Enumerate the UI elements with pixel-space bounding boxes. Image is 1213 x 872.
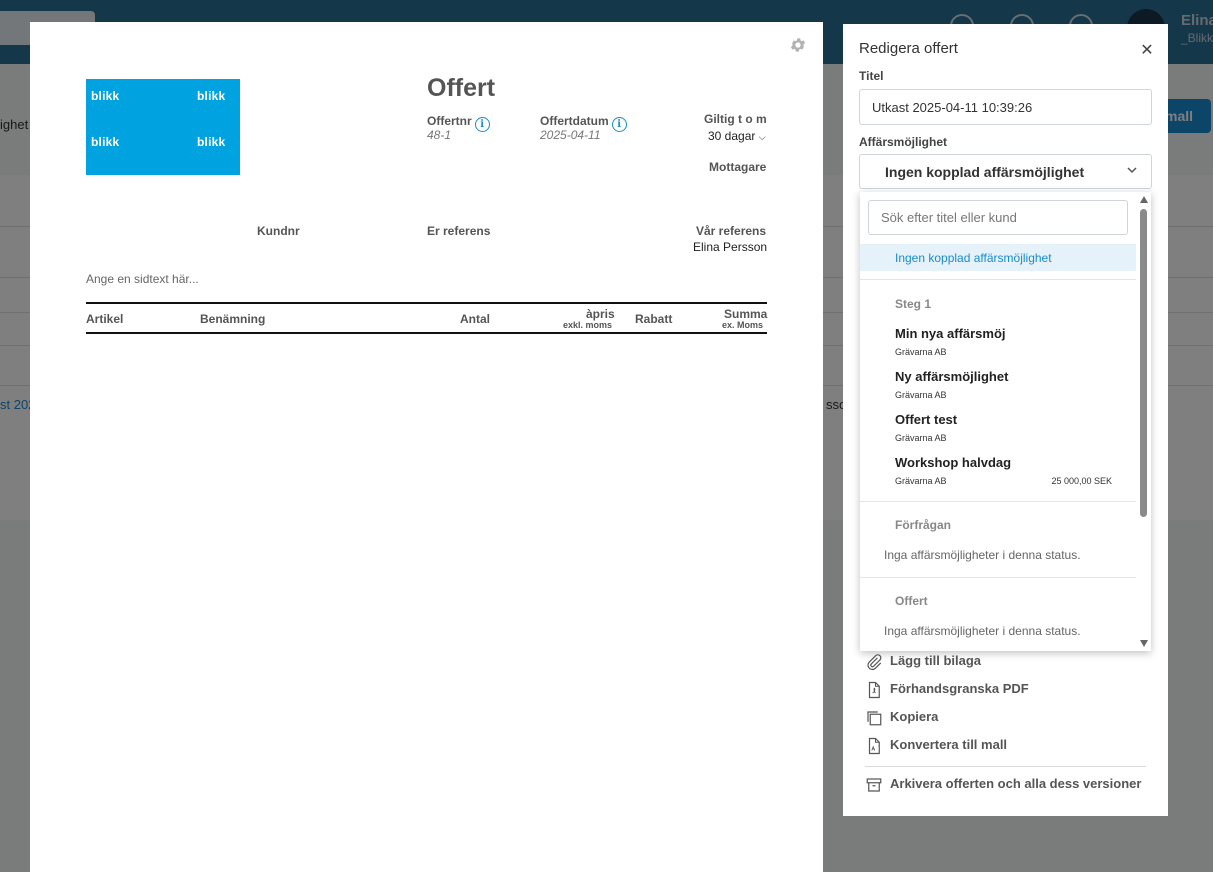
column-sum-note: ex. Moms [722, 320, 764, 330]
group-heading: Förfrågan [895, 518, 952, 532]
dropdown-option-none[interactable]: Ingen kopplad affärsmöjlighet [860, 244, 1136, 271]
group-heading: Steg 1 [895, 297, 932, 311]
option-customer: Grävarna AB [895, 476, 947, 486]
group-divider [860, 501, 1136, 502]
option-title: Offert test [895, 412, 958, 427]
edit-offer-panel: Redigera offert ✕ Titel Affärsmöjlighet … [843, 24, 1168, 816]
opportunity-dropdown: Ingen kopplad affärsmöjlighet Steg 1 Min… [860, 192, 1151, 651]
add-attachment-action[interactable]: Lägg till bilaga [865, 651, 1145, 673]
option-customer: Grävarna AB [895, 390, 947, 400]
logo-text: blikk [91, 135, 120, 149]
dropdown-scrollbar[interactable] [1136, 192, 1151, 651]
column-quantity: Antal [460, 312, 490, 326]
logo-text: blikk [197, 89, 226, 103]
action-label: Konvertera till mall [890, 737, 1008, 752]
option-customer: Grävarna AB [895, 433, 947, 443]
opportunity-search-input[interactable] [868, 200, 1128, 235]
your-reference-label: Er referens [427, 224, 491, 238]
scroll-up-arrow-icon[interactable] [1140, 196, 1148, 203]
dropdown-option[interactable]: Min nya affärsmöj Grävarna AB [860, 326, 1136, 368]
valid-until-label: Giltig t o m [704, 112, 767, 126]
offer-document: blikk blikk blikk blikk Offert Offertnr i… [30, 22, 823, 872]
pdf-file-icon [865, 681, 883, 699]
group-heading: Offert [895, 594, 928, 608]
column-article: Artikel [86, 312, 124, 326]
group-divider [860, 279, 1136, 280]
group-divider [860, 577, 1136, 578]
our-reference-label: Vår referens [696, 224, 767, 238]
dropdown-option[interactable]: Workshop halvdag Grävarna AB 25 000,00 S… [860, 455, 1136, 497]
copy-action[interactable]: Kopiera [865, 707, 1145, 729]
action-label: Lägg till bilaga [890, 653, 982, 668]
recipient-label: Mottagare [709, 160, 767, 174]
info-icon[interactable]: i [611, 117, 627, 132]
page-text-field[interactable]: Ange en sidtext här... [86, 272, 199, 286]
table-header-border [86, 332, 767, 334]
action-label: Förhandsgranska PDF [890, 681, 1029, 696]
logo-text: blikk [197, 135, 226, 149]
preview-pdf-action[interactable]: Förhandsgranska PDF [865, 679, 1145, 701]
dropdown-option[interactable]: Ny affärsmöjlighet Grävarna AB [860, 369, 1136, 411]
chevron-down-icon: ⌵ [758, 132, 766, 142]
action-label: Arkivera offerten och alla dess versione… [890, 776, 1142, 791]
close-icon[interactable]: ✕ [1139, 40, 1155, 59]
chevron-down-icon [1126, 163, 1138, 175]
logo-text: blikk [91, 89, 120, 103]
company-logo[interactable]: blikk blikk blikk blikk [86, 79, 240, 175]
column-sum: Summa [724, 307, 768, 321]
option-title: Ny affärsmöjlighet [895, 369, 1009, 384]
option-label: Ingen kopplad affärsmöjlighet [895, 251, 1052, 265]
column-discount: Rabatt [635, 312, 673, 326]
scrollbar-thumb[interactable] [1140, 209, 1147, 517]
option-title: Workshop halvdag [895, 455, 1012, 470]
option-amount: 25 000,00 SEK [1051, 476, 1112, 486]
offer-date-value[interactable]: 2025-04-11 [540, 128, 601, 142]
dropdown-option[interactable]: Offert test Grävarna AB [860, 412, 1136, 454]
our-reference-value[interactable]: Elina Persson [693, 240, 767, 254]
customer-number-label: Kundnr [257, 224, 300, 238]
action-label: Kopiera [890, 709, 939, 724]
paperclip-icon [865, 653, 883, 671]
actions-divider [865, 766, 1146, 767]
opportunity-label: Affärsmöjlighet [859, 135, 948, 149]
option-customer: Grävarna AB [895, 347, 947, 357]
template-file-icon [865, 737, 883, 755]
document-title: Offert [427, 74, 496, 102]
group-empty-text: Inga affärsmöjligheter i denna status. [884, 624, 1081, 638]
offer-number-value: 48-1 [427, 128, 452, 142]
option-title: Min nya affärsmöj [895, 326, 1006, 341]
title-input[interactable] [859, 89, 1152, 125]
column-price: àpris [586, 307, 615, 321]
archive-offer-action[interactable]: Arkivera offerten och alla dess versione… [865, 774, 1145, 796]
scroll-down-arrow-icon[interactable] [1140, 640, 1148, 647]
convert-to-template-action[interactable]: Konvertera till mall [865, 735, 1145, 757]
gear-icon[interactable] [789, 36, 807, 54]
column-price-note: exkl. moms [563, 320, 613, 330]
copy-icon [865, 709, 883, 727]
table-top-border [86, 302, 767, 304]
group-empty-text: Inga affärsmöjligheter i denna status. [884, 548, 1081, 562]
title-label: Titel [859, 69, 884, 83]
valid-until-select[interactable]: 30 dagar ⌵ [708, 129, 766, 143]
info-icon[interactable]: i [474, 117, 490, 132]
archive-box-icon [865, 776, 883, 794]
opportunity-selected-value: Ingen kopplad affärsmöjlighet [885, 164, 1085, 180]
column-description: Benämning [200, 312, 266, 326]
opportunity-select[interactable]: Ingen kopplad affärsmöjlighet [859, 154, 1152, 189]
panel-title: Redigera offert [859, 40, 958, 57]
